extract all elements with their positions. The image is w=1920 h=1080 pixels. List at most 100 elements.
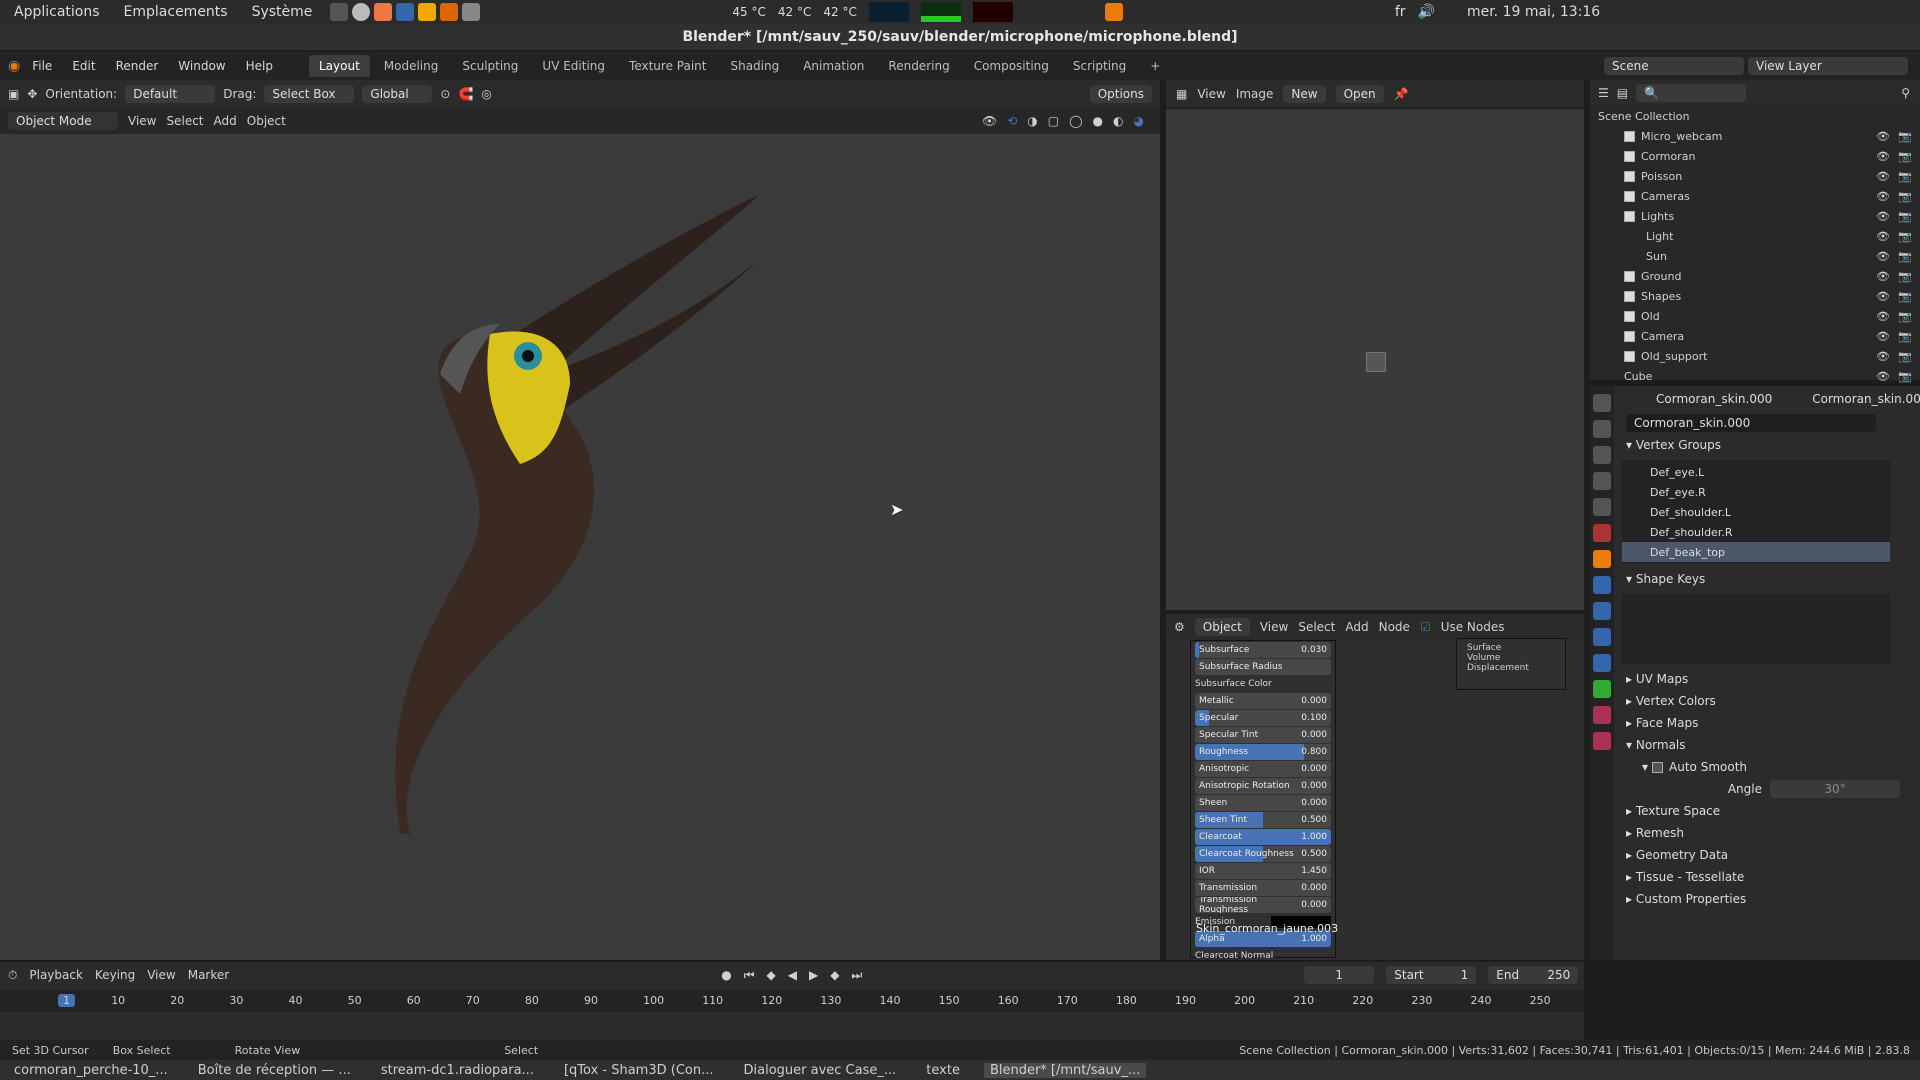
next-key-icon[interactable]: ◆ [830,968,839,982]
modifier-tab-icon[interactable] [1593,576,1611,594]
eye-icon[interactable]: 👁 [1876,270,1890,283]
vertex-groups-panel[interactable]: ▾ Vertex Groups [1618,434,1920,456]
eye-icon[interactable]: 👁 [1876,370,1890,383]
menu-file[interactable]: File [24,57,60,75]
node-prop-row[interactable]: Anisotropic 0.000 [1195,761,1331,777]
tl-menu-playback[interactable]: Playback [29,968,83,982]
collection-checkbox[interactable] [1624,150,1635,162]
eye-icon[interactable]: 👁 [1876,190,1890,203]
outliner-row[interactable]: Cameras 👁 📷 [1590,186,1920,206]
principled-bsdf-node[interactable]: Subsurface 0.030 Subsurface Radius Subsurfa… [1190,640,1336,961]
options-dropdown[interactable]: Options [1089,85,1152,103]
particles-tab-icon[interactable] [1593,602,1611,620]
node-menu-node[interactable]: Node [1379,620,1410,634]
outliner-row[interactable]: Sun 👁 📷 [1590,246,1920,266]
camera-icon[interactable]: 📷 [1898,310,1912,323]
camera-icon[interactable]: 📷 [1898,250,1912,263]
camera-icon[interactable]: 📷 [1898,370,1912,383]
wireframe-shading-icon[interactable]: ◯ [1069,114,1082,128]
chrome-icon[interactable] [396,3,415,21]
node-prop-row[interactable]: Clearcoat Roughness 0.500 [1195,846,1331,862]
node-prop-row[interactable]: Subsurface 0.030 [1195,642,1331,658]
node-prop-row[interactable]: Transmission Roughness 0.000 [1195,897,1331,913]
camera-icon[interactable]: 📷 [1898,190,1912,203]
material-tab-icon[interactable] [1593,706,1611,724]
outliner-row[interactable]: Lights 👁 📷 [1590,206,1920,226]
eye-icon[interactable]: 👁 [1876,170,1890,183]
filter-icon[interactable]: ⚲ [1901,86,1910,100]
timeline-type-icon[interactable]: ⏱ [8,968,17,983]
node-prop-row[interactable]: Subsurface Radius [1195,659,1331,675]
lang-indicator[interactable]: fr [1395,4,1406,20]
firefox-icon[interactable] [374,3,393,21]
view-layer-tab-icon[interactable] [1593,472,1611,490]
node-prop-row[interactable]: Specular Tint 0.000 [1195,727,1331,743]
outliner-search[interactable]: 🔍 [1636,84,1747,102]
pivot-icon[interactable]: ⊙ [440,87,450,101]
texture-tab-icon[interactable] [1593,732,1611,750]
app-icon[interactable] [418,3,437,21]
material-shading-icon[interactable]: ◐ [1113,114,1123,128]
outliner-row[interactable]: Cormoran 👁 📷 [1590,146,1920,166]
vp-menu-object[interactable]: Object [247,114,286,128]
vertex-group-item[interactable]: Def_shoulder.R [1622,522,1890,542]
img-menu-view[interactable]: View [1197,87,1225,101]
vertex-colors-panel[interactable]: ▸ Vertex Colors [1618,690,1920,712]
outliner-type-icon[interactable]: ☰ [1598,86,1609,100]
node-prop-row[interactable]: Metallic 0.000 [1195,693,1331,709]
menu-edit[interactable]: Edit [64,57,103,75]
browser-icon[interactable] [352,3,371,21]
shape-keys-list[interactable] [1622,594,1890,664]
datablock-field[interactable]: Cormoran_skin.000 [1626,414,1876,432]
drag-dropdown[interactable]: Select Box [264,85,355,103]
custom-props-panel[interactable]: ▸ Custom Properties [1618,888,1920,910]
camera-icon[interactable]: 📷 [1898,350,1912,363]
blender-launcher-icon[interactable] [440,3,459,21]
camera-icon[interactable]: 📷 [1898,150,1912,163]
camera-icon[interactable]: 📷 [1898,130,1912,143]
object-tab-icon[interactable] [1593,550,1611,568]
render-tab-icon[interactable] [1593,420,1611,438]
node-prop-row[interactable]: Transmission 0.000 [1195,880,1331,896]
tab-sculpting[interactable]: Sculpting [452,55,528,77]
img-menu-image[interactable]: Image [1236,87,1274,101]
collection-checkbox[interactable] [1624,350,1635,362]
tl-menu-view[interactable]: View [147,968,175,982]
play-reverse-icon[interactable]: ◀ [788,968,797,982]
taskbar-window[interactable]: texte [920,1063,966,1078]
node-menu-view[interactable]: View [1260,620,1288,634]
visibility-icon[interactable]: 👁 [982,114,997,128]
node-menu-select[interactable]: Select [1298,620,1335,634]
node-prop-row[interactable]: Clearcoat 1.000 [1195,829,1331,845]
tab-layout[interactable]: Layout [308,55,370,77]
3d-viewport[interactable]: ➤ [0,134,1160,960]
outliner-row[interactable]: Poisson 👁 📷 [1590,166,1920,186]
eye-icon[interactable]: 👁 [1876,350,1890,363]
node-menu-add[interactable]: Add [1345,620,1368,634]
tab-uv-editing[interactable]: UV Editing [532,55,615,77]
vertex-groups-list[interactable]: Def_eye.L Def_eye.R Def_shoulder.L Def_shou… [1622,460,1890,564]
jump-end-icon[interactable]: ⏭ [851,968,862,983]
orientation-dropdown[interactable]: Default [125,85,216,103]
camera-icon[interactable]: 📷 [1898,230,1912,243]
apps-menu[interactable]: Applications [8,4,106,20]
outliner-row[interactable]: Old 👁 📷 [1590,306,1920,326]
editor-type-icon[interactable]: ▣ [8,87,19,101]
taskbar-window[interactable]: [qTox - Sham3D (Con... [558,1063,720,1078]
vertex-group-item[interactable]: Def_beak_top [1622,542,1890,562]
collection-checkbox[interactable] [1624,190,1635,202]
eye-icon[interactable]: 👁 [1876,210,1890,223]
outliner-row[interactable]: Shapes 👁 📷 [1590,286,1920,306]
angle-field[interactable]: 30° [1770,780,1900,798]
tab-animation[interactable]: Animation [793,55,874,77]
pin-icon[interactable]: 📌 [1394,87,1409,101]
transform-orientation-dropdown[interactable]: Global [362,85,433,103]
new-image-button[interactable]: New [1283,84,1326,103]
rendered-shading-icon[interactable]: ◕ [1134,114,1144,128]
vertex-group-item[interactable]: Def_eye.L [1622,462,1890,482]
eye-icon[interactable]: 👁 [1876,230,1890,243]
vp-menu-view[interactable]: View [128,114,156,128]
scene-selector[interactable]: Scene [1604,57,1744,75]
node-prop-row[interactable]: Anisotropic Rotation 0.000 [1195,778,1331,794]
node-prop-row[interactable]: Roughness 0.800 [1195,744,1331,760]
